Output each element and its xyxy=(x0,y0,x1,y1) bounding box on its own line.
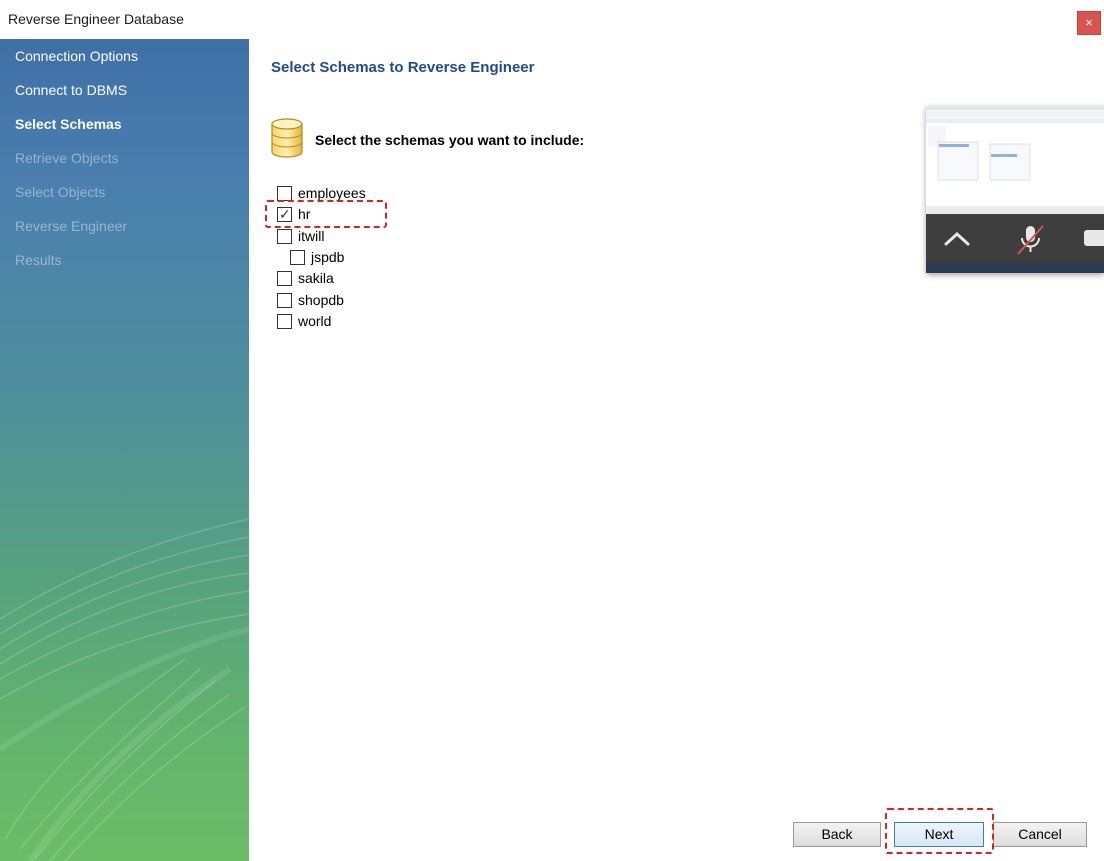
schema-checkbox-jspdb[interactable] xyxy=(290,249,305,265)
schema-checkbox-itwill[interactable] xyxy=(277,228,292,244)
schema-item-jspdb[interactable]: jspdb xyxy=(290,248,344,266)
schema-label-employees: employees xyxy=(298,185,366,201)
database-icon xyxy=(271,118,303,158)
step-select-schemas: Select Schemas xyxy=(15,116,122,132)
schema-checkbox-employees[interactable] xyxy=(277,185,292,201)
schema-item-shopdb[interactable]: shopdb xyxy=(277,291,344,309)
thumbnail-screen xyxy=(926,106,1104,214)
title-bar: Reverse Engineer Database × xyxy=(0,0,1104,39)
highlight-next xyxy=(885,808,994,854)
schema-checkbox-shopdb[interactable] xyxy=(277,292,292,308)
sidebar-decoration xyxy=(0,518,249,861)
step-connection-options: Connection Options xyxy=(15,48,138,64)
window-title: Reverse Engineer Database xyxy=(8,11,184,27)
schema-checkbox-world[interactable] xyxy=(277,313,292,329)
step-connect-to-dbms: Connect to DBMS xyxy=(15,82,128,98)
step-select-objects: Select Objects xyxy=(15,184,106,200)
schema-label-world: world xyxy=(298,313,332,329)
step-results: Results xyxy=(15,252,62,268)
schema-label-jspdb: jspdb xyxy=(311,249,345,265)
schema-label-sakila: sakila xyxy=(298,270,334,286)
schema-item-sakila[interactable]: sakila xyxy=(277,269,334,287)
page-title: Select Schemas to Reverse Engineer xyxy=(271,59,535,76)
schema-item-world[interactable]: world xyxy=(277,312,331,330)
close-icon: × xyxy=(1085,15,1093,30)
schema-label-itwill: itwill xyxy=(298,228,325,244)
thumbnail-taskbar xyxy=(926,263,1104,273)
expand-up-icon[interactable] xyxy=(944,231,970,246)
wizard-sidebar: Connection Options Connect to DBMS Selec… xyxy=(0,39,249,861)
video-controls-bar xyxy=(926,214,1104,263)
schema-checkbox-sakila[interactable] xyxy=(277,270,292,286)
cancel-button[interactable]: Cancel xyxy=(993,822,1087,847)
highlight-hr xyxy=(265,200,387,228)
camera-icon[interactable] xyxy=(1084,230,1104,246)
schema-item-itwill[interactable]: itwill xyxy=(277,227,324,245)
step-reverse-engineer: Reverse Engineer xyxy=(15,218,128,234)
schema-label-shopdb: shopdb xyxy=(298,292,344,308)
back-button[interactable]: Back xyxy=(793,822,881,847)
instruction-label: Select the schemas you want to include: xyxy=(315,132,585,148)
step-retrieve-objects: Retrieve Objects xyxy=(15,150,119,166)
close-button[interactable]: × xyxy=(1077,11,1101,35)
microphone-muted-icon[interactable] xyxy=(1017,225,1044,255)
video-thumbnail-overlay[interactable] xyxy=(926,106,1104,273)
